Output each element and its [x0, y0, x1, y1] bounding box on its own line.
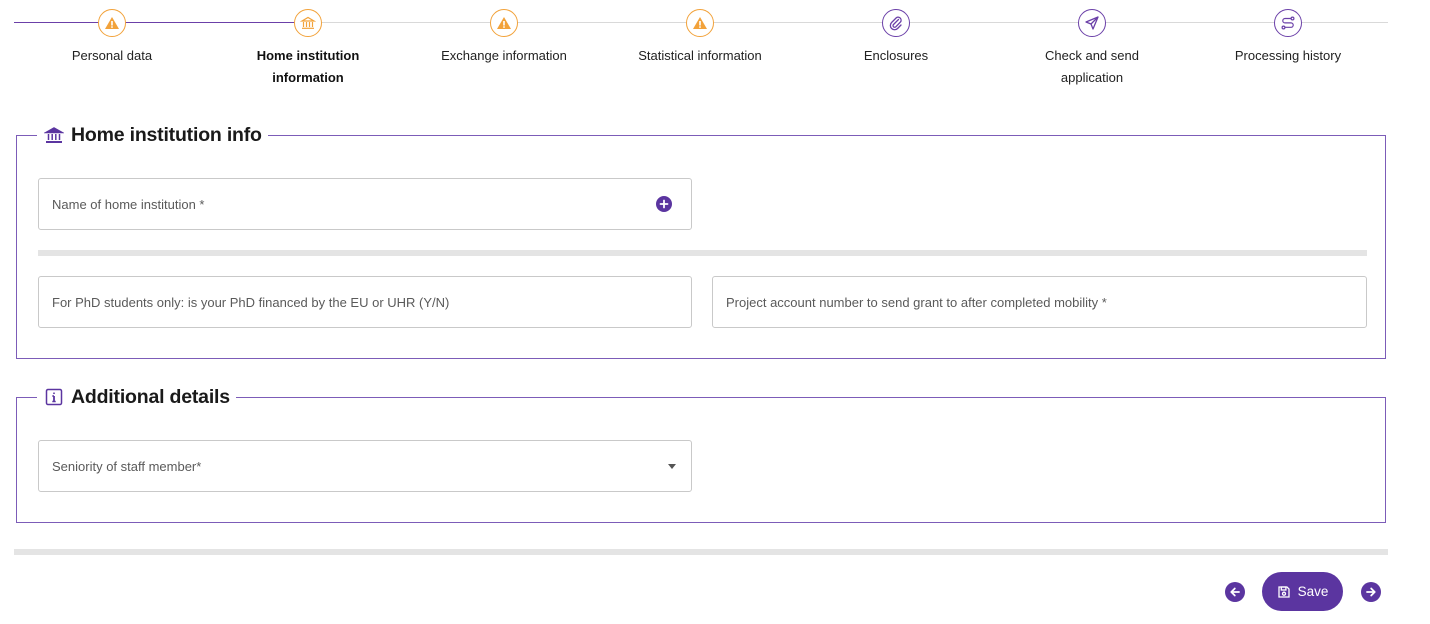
- home-institution-name-field[interactable]: Name of home institution *: [38, 178, 692, 230]
- additional-details-section: Additional details Seniority of staff me…: [16, 384, 1386, 523]
- step-label: Home institution information: [256, 48, 360, 85]
- section-legend: Home institution info: [37, 122, 268, 148]
- step-statistical-information[interactable]: Statistical information: [602, 9, 798, 67]
- institution-icon: [294, 9, 322, 37]
- home-institution-section: Home institution info Name of home insti…: [16, 122, 1386, 359]
- field-placeholder: Seniority of staff member*: [52, 458, 202, 474]
- step-home-institution[interactable]: Home institution information: [210, 9, 406, 89]
- warning-icon: [490, 9, 518, 37]
- footer-divider: [14, 549, 1388, 555]
- section-title: Home institution info: [71, 123, 262, 146]
- add-institution-button[interactable]: [656, 196, 672, 212]
- institution-icon: [43, 124, 65, 146]
- chevron-down-icon: [668, 463, 676, 469]
- project-account-number-field[interactable]: Project account number to send grant to …: [712, 276, 1367, 328]
- section-divider: [38, 250, 1367, 256]
- step-enclosures[interactable]: Enclosures: [798, 9, 994, 67]
- arrow-left-icon: [1230, 587, 1240, 597]
- warning-icon: [686, 9, 714, 37]
- info-icon: [43, 386, 65, 408]
- field-placeholder: Name of home institution *: [52, 196, 205, 212]
- save-button[interactable]: Save: [1262, 572, 1343, 611]
- section-legend: Additional details: [37, 384, 236, 410]
- warning-icon: [98, 9, 126, 37]
- arrow-right-icon: [1366, 587, 1376, 597]
- field-placeholder: Project account number to send grant to …: [726, 294, 1107, 310]
- field-placeholder: For PhD students only: is your PhD finan…: [52, 294, 450, 310]
- phd-financed-field[interactable]: For PhD students only: is your PhD finan…: [38, 276, 692, 328]
- step-label: Check and send application: [1045, 48, 1139, 85]
- step-check-and-send[interactable]: Check and send application: [994, 9, 1190, 89]
- step-exchange-information[interactable]: Exchange information: [406, 9, 602, 67]
- save-button-label: Save: [1297, 584, 1329, 599]
- progress-stepper: Personal data Home institution informati…: [14, 0, 1388, 95]
- step-label: Statistical information: [638, 48, 762, 63]
- previous-step-button[interactable]: [1225, 582, 1245, 602]
- step-label: Processing history: [1234, 48, 1342, 63]
- step-personal-data[interactable]: Personal data: [14, 9, 210, 67]
- route-icon: [1274, 9, 1302, 37]
- step-label: Personal data: [71, 48, 153, 63]
- paperclip-icon: [882, 9, 910, 37]
- step-label: Exchange information: [441, 48, 567, 63]
- section-title: Additional details: [71, 385, 230, 408]
- next-step-button[interactable]: [1361, 582, 1381, 602]
- send-icon: [1078, 9, 1106, 37]
- step-label: Enclosures: [863, 48, 929, 63]
- step-processing-history[interactable]: Processing history: [1190, 9, 1386, 67]
- save-icon: [1277, 585, 1290, 598]
- seniority-select[interactable]: Seniority of staff member*: [38, 440, 692, 492]
